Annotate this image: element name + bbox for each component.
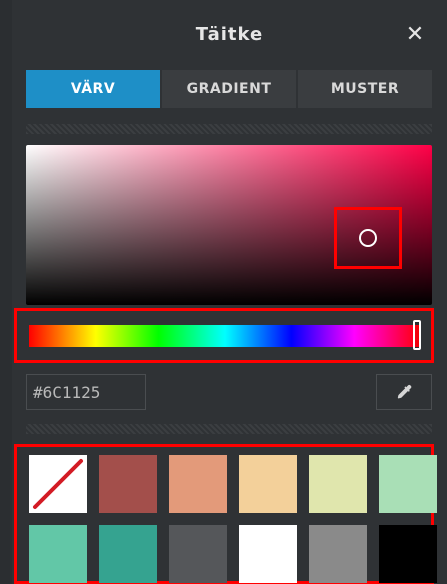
swatch[interactable]	[99, 525, 157, 583]
close-button[interactable]: ✕	[397, 16, 433, 52]
close-icon: ✕	[405, 21, 425, 47]
hex-color-input[interactable]: #6C1125	[26, 374, 146, 410]
swatch[interactable]	[169, 525, 227, 583]
hue-slider[interactable]	[29, 325, 421, 347]
hue-slider-highlight	[14, 308, 434, 363]
eyedropper-button[interactable]	[376, 374, 432, 410]
color-swatches-highlight	[14, 444, 437, 584]
eyedropper-icon	[397, 384, 412, 399]
swatch[interactable]	[239, 455, 297, 513]
swatch[interactable]	[169, 455, 227, 513]
tab-label: GRADIENT	[186, 81, 272, 97]
swatch[interactable]	[309, 455, 367, 513]
hex-color-value: #6C1125	[33, 382, 101, 402]
color-swatches	[29, 455, 437, 583]
dialog-header: Täitke	[12, 0, 447, 68]
dialog-title: Täitke	[195, 23, 264, 45]
tab-label: MUSTER	[330, 81, 400, 97]
swatch[interactable]	[379, 525, 437, 583]
fill-tabs: VÄRV GRADIENT MUSTER	[26, 70, 432, 108]
tab-color[interactable]: VÄRV	[26, 70, 160, 108]
swatch[interactable]	[99, 455, 157, 513]
divider	[26, 124, 432, 134]
swatch[interactable]	[239, 525, 297, 583]
sv-picker-handle[interactable]	[334, 207, 402, 269]
tab-pattern[interactable]: MUSTER	[298, 70, 432, 108]
swatch-no-fill[interactable]	[29, 455, 87, 513]
swatch[interactable]	[309, 525, 367, 583]
tab-label: VÄRV	[70, 81, 116, 97]
divider	[26, 424, 432, 434]
tab-gradient[interactable]: GRADIENT	[162, 70, 296, 108]
swatch[interactable]	[379, 455, 437, 513]
swatch[interactable]	[29, 525, 87, 583]
no-fill-icon	[33, 459, 83, 509]
hue-slider-handle[interactable]	[413, 320, 421, 350]
